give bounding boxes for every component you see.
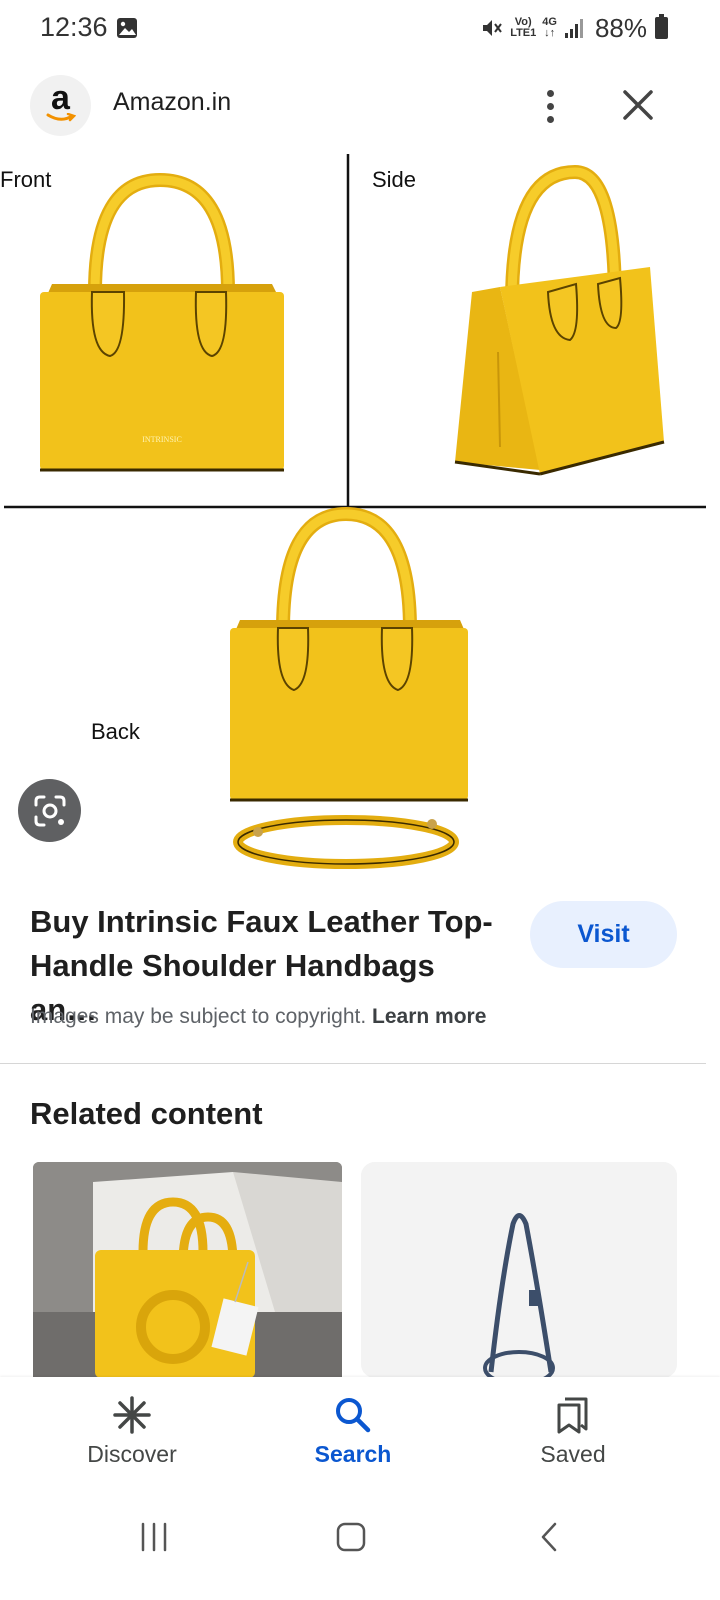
volte-indicator: Vo) LTE1: [510, 16, 537, 39]
nav-saved-label: Saved: [540, 1441, 606, 1467]
back-view-bag: [230, 506, 468, 869]
lens-icon: [34, 795, 65, 826]
mute-icon: [483, 20, 502, 36]
label-side: Side: [372, 167, 417, 192]
nav-discover[interactable]: Discover: [57, 1395, 207, 1468]
back-icon: [541, 1522, 557, 1552]
amazon-logo-letter: a: [51, 78, 70, 117]
status-time: 12:36: [40, 12, 108, 42]
more-options-button[interactable]: [530, 82, 570, 130]
status-bar: 12:36 Vo) LTE1 4G ↓↑ 88%: [0, 0, 720, 58]
side-view-bag: [454, 164, 665, 476]
nav-search-label: Search: [314, 1441, 392, 1467]
front-view-bag: INTRINSIC: [40, 172, 284, 472]
copyright-notice: Images may be subject to copyright. Lear…: [30, 1005, 486, 1029]
learn-more-link[interactable]: Learn more: [372, 1005, 486, 1028]
system-navigation-bar: [0, 1495, 720, 1600]
status-indicators: Vo) LTE1 4G ↓↑ 88%: [480, 12, 668, 44]
site-favicon[interactable]: a: [30, 75, 91, 136]
svg-text:INTRINSIC: INTRINSIC: [142, 435, 182, 444]
back-button[interactable]: [520, 1507, 580, 1567]
bookmarks-icon: [557, 1397, 588, 1434]
label-back: Back: [91, 719, 140, 744]
nav-discover-label: Discover: [87, 1441, 177, 1467]
related-content-heading: Related content: [30, 1096, 263, 1131]
battery-icon: [655, 14, 668, 39]
home-button[interactable]: [321, 1507, 381, 1567]
product-image[interactable]: INTRINSIC Front Side Back: [0, 152, 720, 880]
battery-percent: 88%: [594, 12, 647, 43]
recent-apps-icon: [141, 1522, 167, 1552]
more-dot: [546, 115, 554, 123]
bottom-navigation: Discover Search Saved: [0, 1377, 720, 1495]
visit-button[interactable]: Visit: [530, 901, 677, 968]
related-item-blue-strap[interactable]: [361, 1162, 677, 1378]
related-item-yellow-bag[interactable]: [33, 1162, 342, 1378]
related-image-strap: [361, 1162, 677, 1378]
nav-saved[interactable]: Saved: [498, 1395, 648, 1468]
search-icon: [336, 1398, 371, 1433]
handbag-collage: INTRINSIC: [4, 154, 706, 869]
signal-icon: [564, 19, 583, 38]
copyright-text: Images may be subject to copyright.: [30, 1005, 367, 1028]
label-front: Front: [0, 167, 52, 192]
home-icon: [336, 1522, 366, 1552]
amazon-smile-icon: [46, 112, 76, 121]
more-dot: [546, 89, 554, 97]
asterisk-icon: [113, 1396, 151, 1434]
recent-apps-button[interactable]: [124, 1507, 184, 1567]
close-icon[interactable]: [617, 84, 659, 126]
related-image-yellow-bag: [33, 1162, 342, 1378]
network-type-indicator: 4G ↓↑: [542, 16, 557, 39]
section-divider: [0, 1063, 706, 1064]
google-lens-button[interactable]: [18, 779, 81, 842]
nav-search[interactable]: Search: [278, 1395, 428, 1468]
site-name[interactable]: Amazon.in: [113, 88, 231, 117]
gallery-notification-icon: [117, 18, 137, 38]
image-viewer-header: a Amazon.in: [0, 60, 720, 150]
more-dot: [546, 102, 554, 110]
